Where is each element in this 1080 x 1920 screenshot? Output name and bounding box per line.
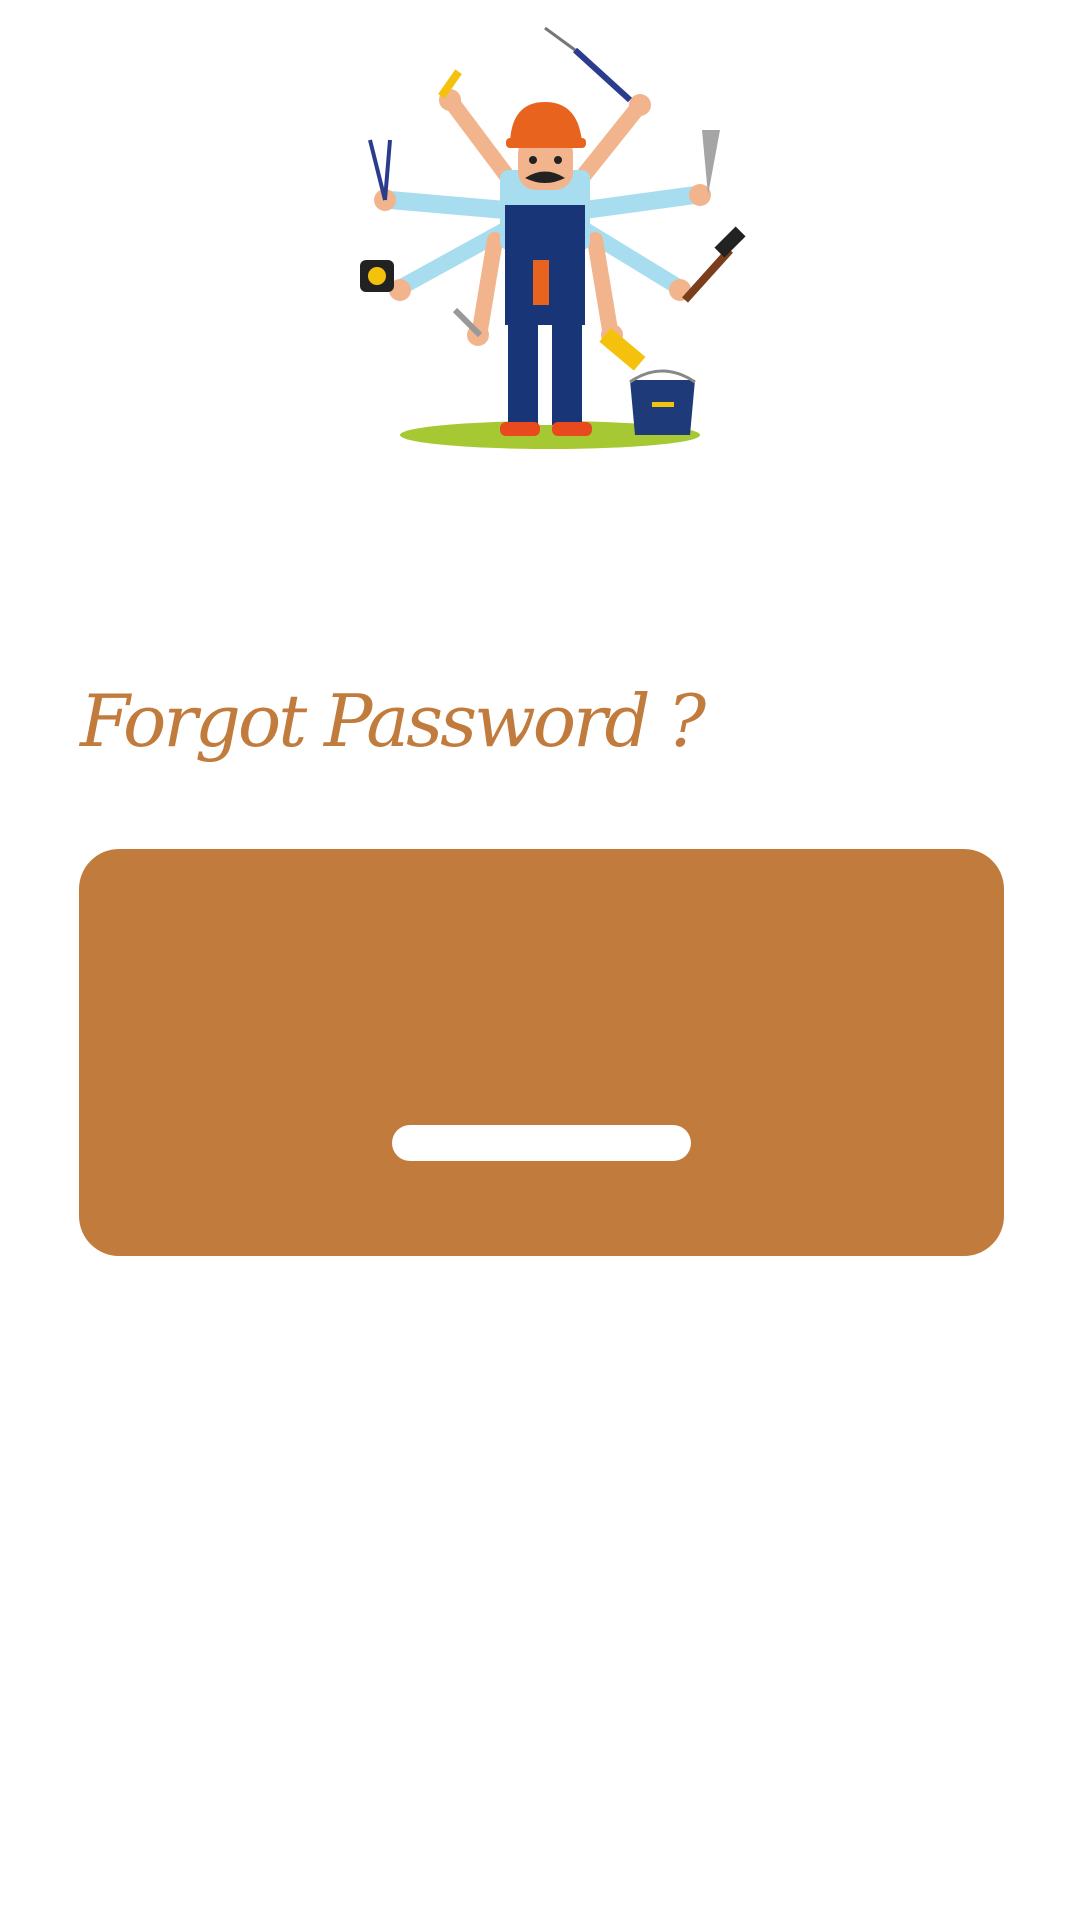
forgot-password-card — [79, 849, 1004, 1256]
handyman-illustration-icon — [360, 26, 746, 449]
page-title: Forgot Password ? — [80, 679, 706, 763]
submit-button[interactable] — [392, 1125, 691, 1161]
handyman-illustration — [330, 10, 750, 450]
